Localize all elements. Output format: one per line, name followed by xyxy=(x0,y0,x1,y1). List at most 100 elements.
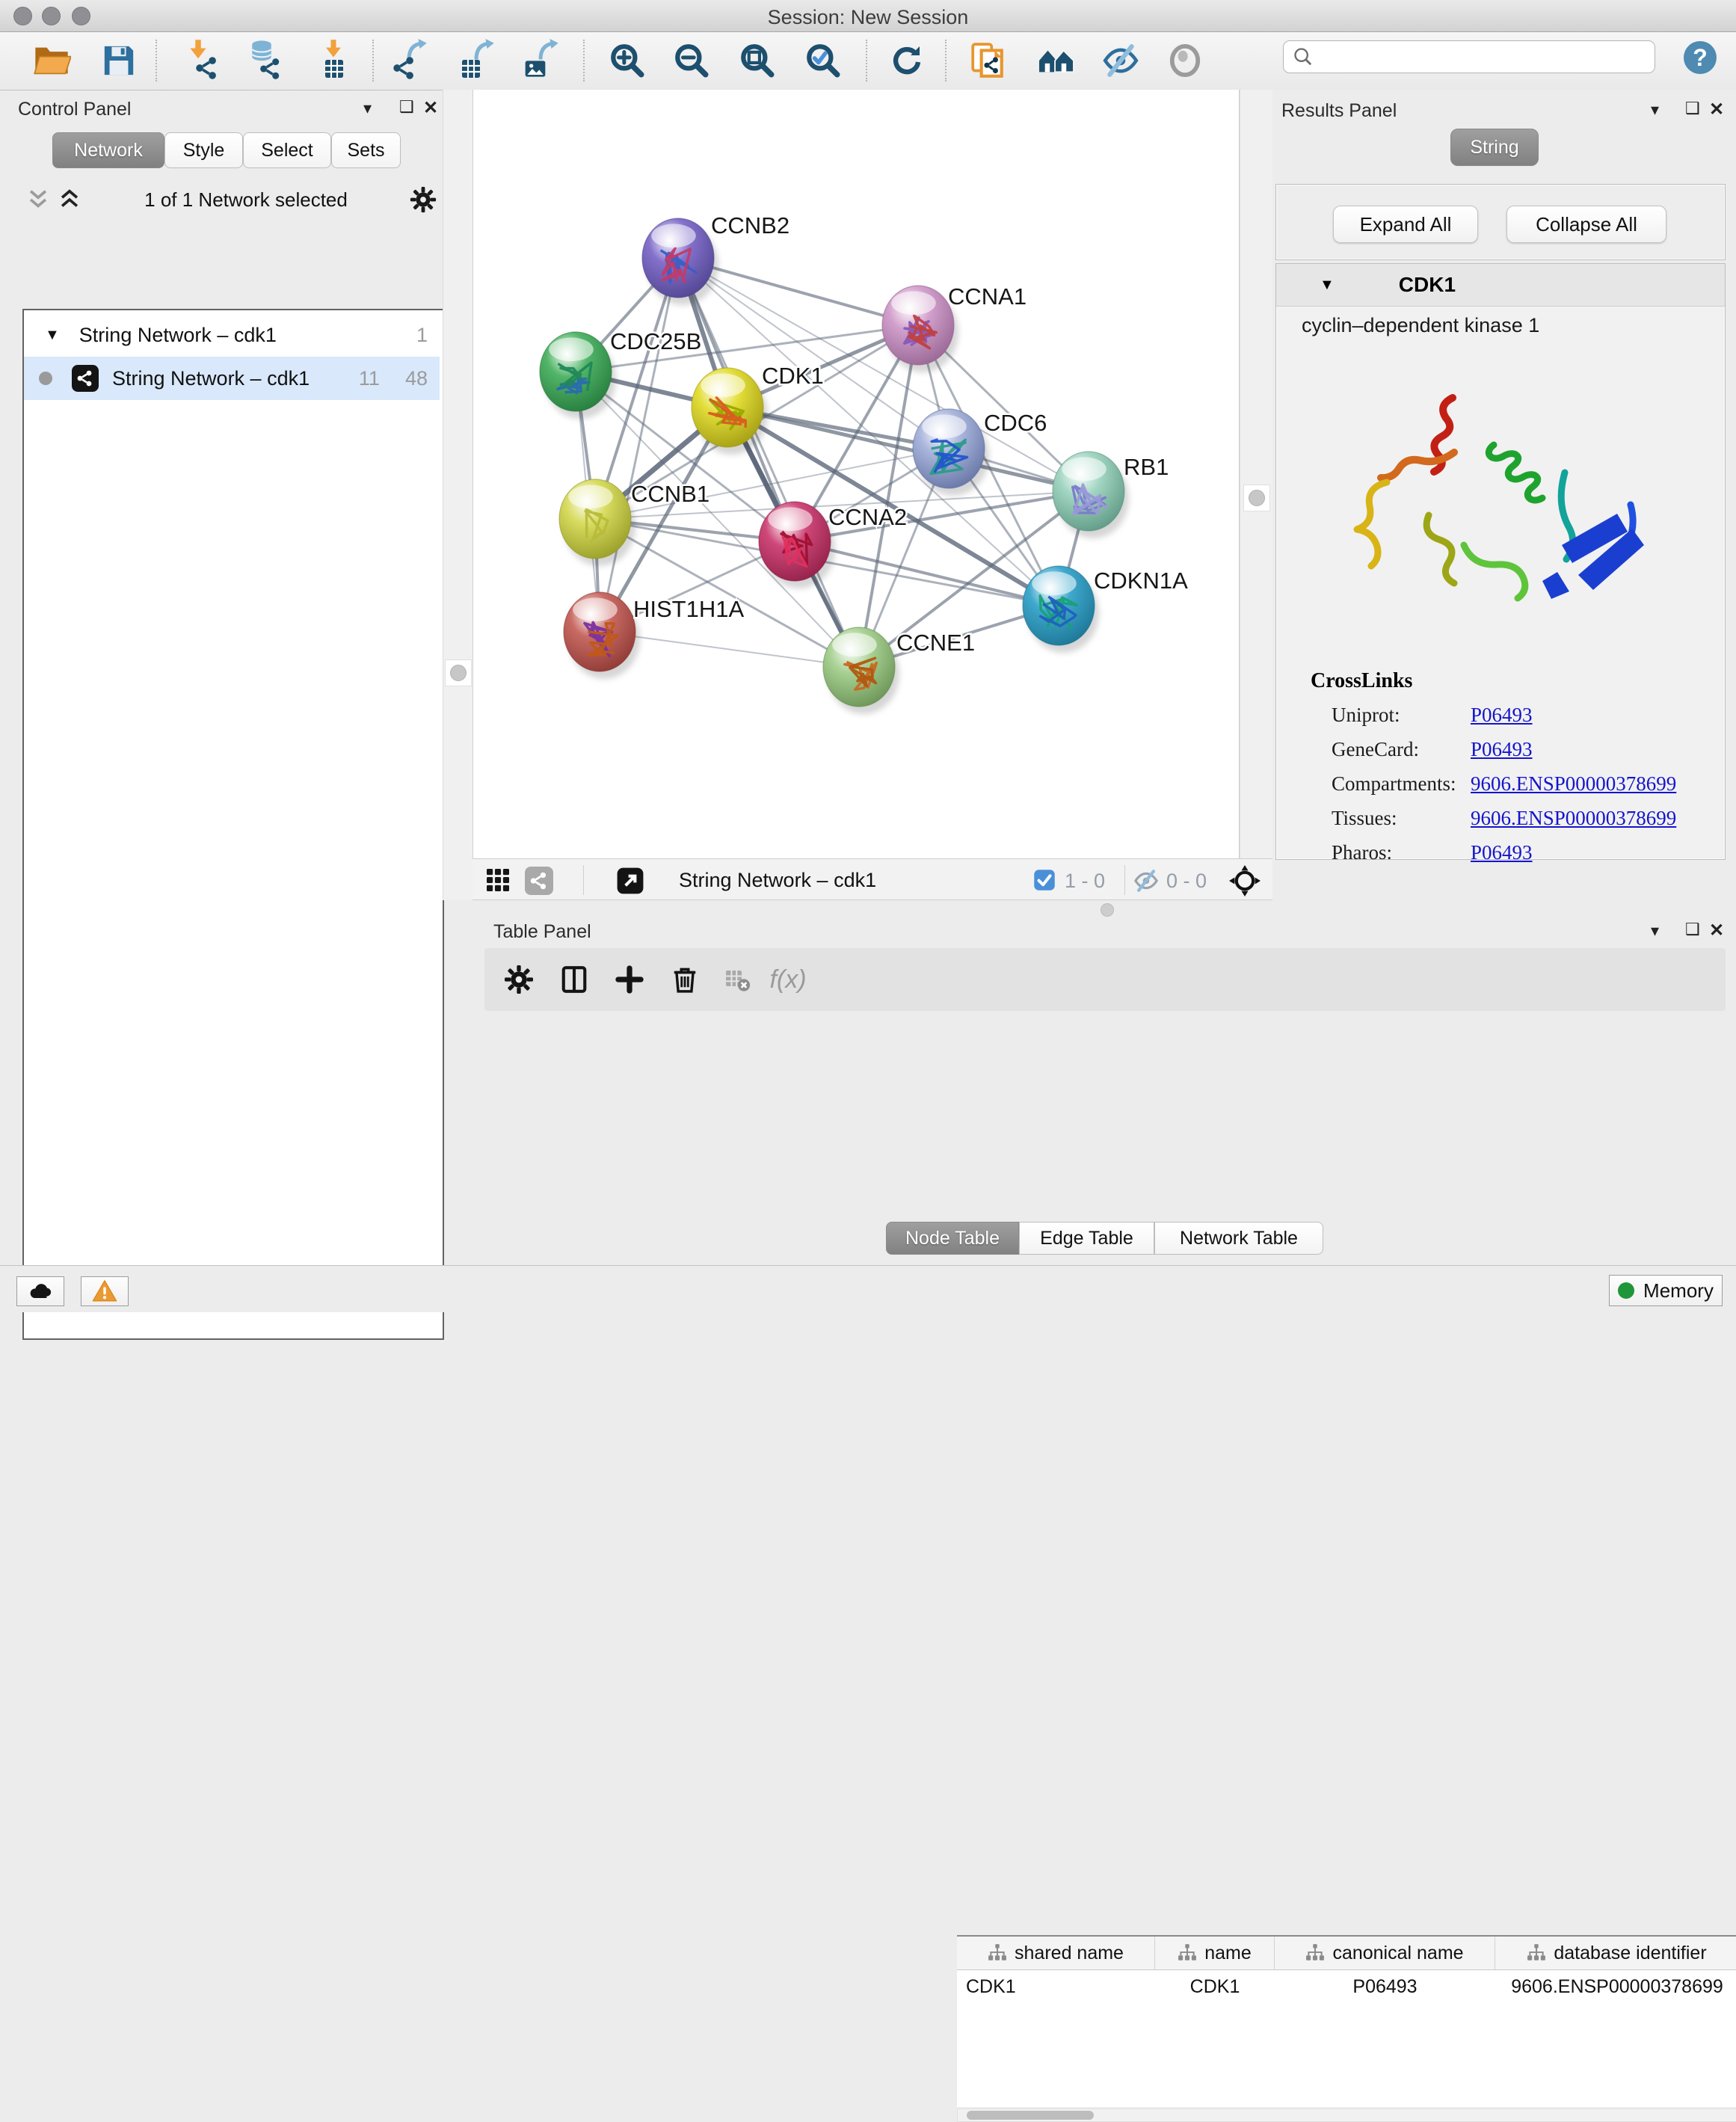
right-splitter[interactable] xyxy=(1240,90,1274,900)
string-view-icon[interactable] xyxy=(525,867,553,895)
clipboard-share-icon[interactable] xyxy=(966,39,1009,82)
column-header[interactable]: name xyxy=(1155,1937,1275,1969)
hidden-eye-slash-icon[interactable] xyxy=(1133,868,1159,894)
panel-menu-icon[interactable]: ▾ xyxy=(363,99,372,118)
expand-all-networks-icon[interactable] xyxy=(25,187,51,212)
home-pages-icon[interactable] xyxy=(1035,39,1078,82)
import-network-database-icon[interactable] xyxy=(244,39,287,82)
right-splitter-grip[interactable] xyxy=(1243,485,1270,511)
collapse-all-networks-icon[interactable] xyxy=(57,187,82,212)
network-status-dot xyxy=(39,372,52,385)
section-expand-icon[interactable]: ▼ xyxy=(1320,277,1335,294)
panel-float-icon[interactable]: ❑ xyxy=(1685,920,1700,939)
network-node-CCNB2[interactable]: CCNB2 xyxy=(642,212,789,305)
left-splitter[interactable] xyxy=(443,90,474,900)
search-input[interactable] xyxy=(1314,46,1631,68)
network-node-HIST1H1A[interactable]: HIST1H1A xyxy=(564,592,744,679)
cloud-button[interactable] xyxy=(16,1276,64,1306)
tab-edge-table[interactable]: Edge Table xyxy=(1019,1222,1154,1255)
crosslink-link[interactable]: P06493 xyxy=(1471,704,1533,727)
import-network-file-icon[interactable] xyxy=(182,39,226,82)
fit-selected-crosshair-icon[interactable] xyxy=(1229,865,1261,897)
table-cell[interactable]: P06493 xyxy=(1275,1970,1495,2003)
warnings-button[interactable] xyxy=(81,1276,129,1306)
table-cell[interactable]: CDK1 xyxy=(1155,1970,1275,2003)
panel-float-icon[interactable]: ❑ xyxy=(399,97,414,117)
column-header[interactable]: shared name xyxy=(957,1937,1155,1969)
zoom-fit-icon[interactable] xyxy=(736,39,779,82)
column-header[interactable]: canonical name xyxy=(1275,1937,1495,1969)
import-table-icon[interactable] xyxy=(313,39,356,82)
network-node-CDKN1A[interactable]: CDKN1A xyxy=(1023,566,1188,653)
network-edge[interactable] xyxy=(600,258,678,632)
search-field[interactable] xyxy=(1283,40,1655,73)
network-node-RB1[interactable]: RB1 xyxy=(1053,452,1169,538)
panel-close-icon[interactable]: ✕ xyxy=(1709,99,1724,120)
expand-all-button[interactable]: Expand All xyxy=(1333,206,1478,243)
tab-select[interactable]: Select xyxy=(243,132,331,168)
column-type-icon xyxy=(1305,1943,1325,1963)
show-graphics-details-icon[interactable] xyxy=(1163,39,1207,82)
view-grid-icon[interactable] xyxy=(484,867,511,894)
panel-close-icon[interactable]: ✕ xyxy=(1709,920,1724,941)
refresh-icon[interactable] xyxy=(885,39,929,82)
table-gear-icon[interactable] xyxy=(498,959,540,1000)
panel-close-icon[interactable]: ✕ xyxy=(423,97,438,119)
zoom-selected-icon[interactable] xyxy=(801,39,845,82)
memory-button[interactable]: Memory xyxy=(1609,1275,1723,1306)
open-session-icon[interactable] xyxy=(30,39,73,82)
table-delete-table-icon[interactable] xyxy=(716,959,758,1000)
crosslink-link[interactable]: P06493 xyxy=(1471,738,1533,761)
network-node-CCNE1[interactable]: CCNE1 xyxy=(823,627,975,714)
protein-section-header[interactable]: ▼ CDK1 xyxy=(1276,264,1725,307)
network-node-CCNA1[interactable]: CCNA1 xyxy=(882,283,1026,372)
horizontal-splitter[interactable] xyxy=(473,900,1736,918)
selected-checkbox-icon[interactable] xyxy=(1033,869,1056,891)
tab-network[interactable]: Network xyxy=(52,132,164,168)
panel-float-icon[interactable]: ❑ xyxy=(1685,99,1700,118)
tab-node-table[interactable]: Node Table xyxy=(886,1222,1019,1255)
left-splitter-grip[interactable] xyxy=(445,659,472,686)
network-node-CCNA2[interactable]: CCNA2 xyxy=(759,502,907,588)
table-function-builder-icon[interactable]: f(x) xyxy=(767,959,809,1000)
column-header[interactable]: database identifier xyxy=(1495,1937,1736,1969)
zoom-in-icon[interactable] xyxy=(606,39,649,82)
table-hscrollbar[interactable] xyxy=(957,2109,1736,2122)
table-row[interactable]: CDK1CDK1P064939606.ENSP00000378699cyclin… xyxy=(957,1970,1736,2003)
collapse-all-button[interactable]: Collapse All xyxy=(1506,206,1666,243)
table-delete-icon[interactable] xyxy=(664,959,706,1000)
zoom-out-icon[interactable] xyxy=(670,39,713,82)
network-node-CCNB1[interactable]: CCNB1 xyxy=(559,479,710,566)
crosslink-link[interactable]: 9606.ENSP00000378699 xyxy=(1471,772,1676,796)
tab-style[interactable]: Style xyxy=(164,132,243,168)
horizontal-splitter-grip[interactable] xyxy=(1101,903,1114,917)
crosslink-link[interactable]: 9606.ENSP00000378699 xyxy=(1471,807,1676,830)
tab-sets[interactable]: Sets xyxy=(331,132,401,168)
network-node-CDC6[interactable]: CDC6 xyxy=(913,409,1047,496)
export-image-icon[interactable] xyxy=(519,39,562,82)
table-cell[interactable]: 9606.ENSP00000378699 xyxy=(1495,1970,1736,2003)
collection-expand-icon[interactable]: ▼ xyxy=(45,327,60,344)
panel-menu-icon[interactable]: ▾ xyxy=(1651,921,1659,941)
tab-string[interactable]: String xyxy=(1450,129,1539,166)
birds-eye-view-icon[interactable] xyxy=(616,867,644,895)
toolbar-divider xyxy=(156,40,157,82)
network-graph[interactable]: CCNB2CCNA1CDC25BCDK1CDC6RB1CCNB1CCNA2CDK… xyxy=(473,90,1239,857)
hide-unhide-icon[interactable] xyxy=(1099,39,1142,82)
save-session-icon[interactable] xyxy=(97,39,141,82)
export-network-icon[interactable] xyxy=(389,39,432,82)
table-hscrollbar-thumb[interactable] xyxy=(967,2111,1094,2120)
network-node-CDK1[interactable]: CDK1 xyxy=(692,363,824,455)
panel-menu-icon[interactable]: ▾ xyxy=(1651,100,1659,120)
network-row-selected[interactable]: String Network – cdk1 11 48 xyxy=(24,357,440,400)
table-columns-icon[interactable] xyxy=(553,959,595,1000)
crosslink-link[interactable]: P06493 xyxy=(1471,841,1533,864)
table-add-icon[interactable] xyxy=(609,959,650,1000)
network-collection-row[interactable]: ▼ String Network – cdk1 1 xyxy=(24,313,440,357)
network-view-canvas[interactable]: CCNB2CCNA1CDC25BCDK1CDC6RB1CCNB1CCNA2CDK… xyxy=(473,90,1240,858)
help-button[interactable] xyxy=(1682,40,1718,76)
tab-network-table[interactable]: Network Table xyxy=(1154,1222,1323,1255)
table-cell[interactable]: CDK1 xyxy=(957,1970,1155,2003)
network-options-gear-icon[interactable] xyxy=(410,186,437,213)
export-table-icon[interactable] xyxy=(455,39,498,82)
